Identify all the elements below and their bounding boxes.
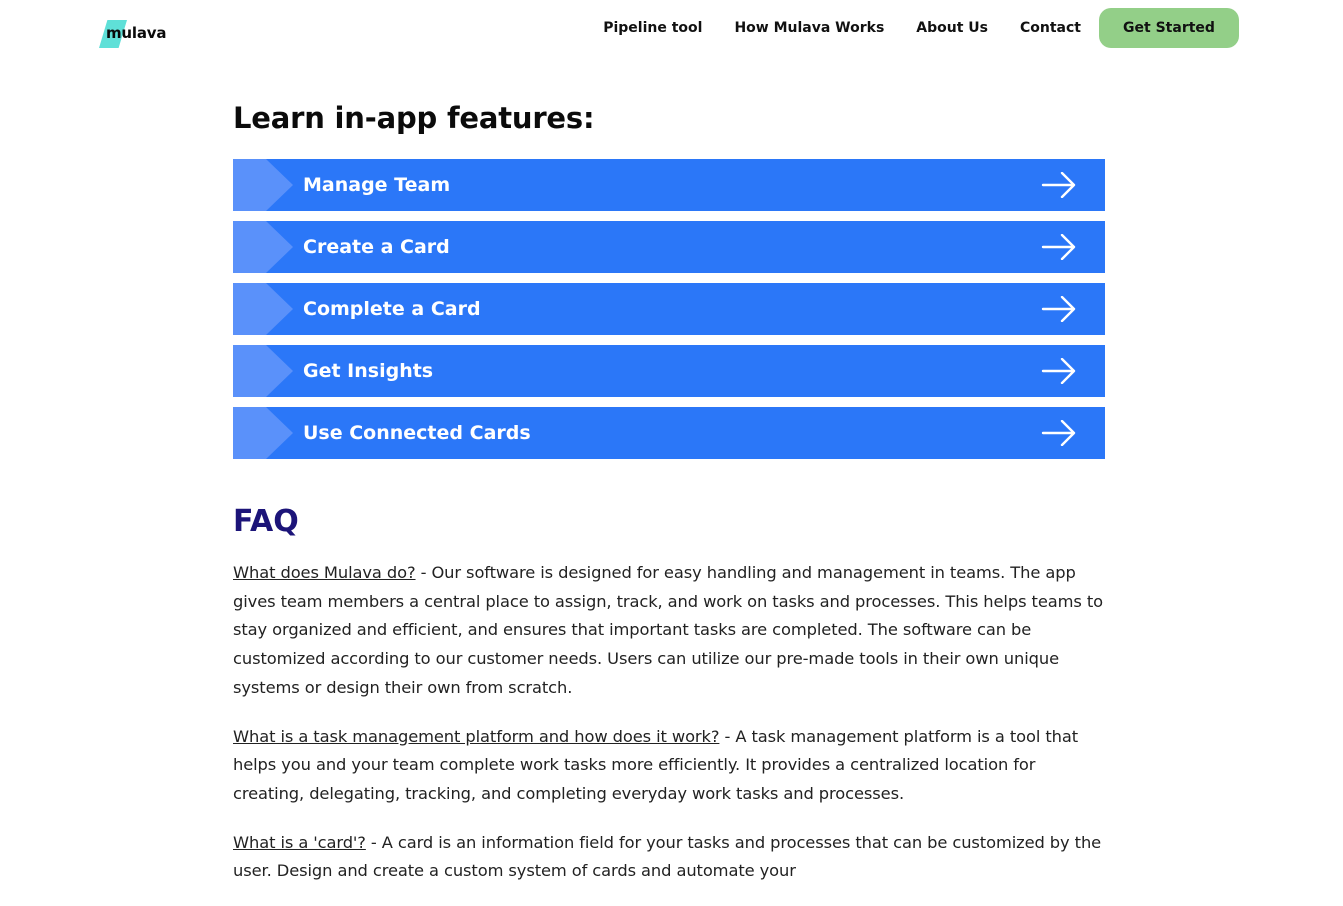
faq-answer: - Our software is designed for easy hand… — [233, 563, 1103, 697]
faq-heading: FAQ — [233, 504, 299, 539]
logo-text: mulava — [106, 24, 167, 42]
feature-link-get-insights[interactable]: Get Insights — [233, 345, 1105, 397]
logo[interactable]: mulava — [99, 18, 169, 50]
arrow-right-icon — [1041, 358, 1076, 384]
faq-item: What is a 'card'? - A card is an informa… — [233, 829, 1105, 886]
chevron-decoration — [233, 159, 293, 211]
nav-link-how-mulava-works[interactable]: How Mulava Works — [734, 20, 884, 36]
faq-item: What is a task management platform and h… — [233, 723, 1105, 809]
feature-label: Get Insights — [303, 360, 434, 382]
arrow-right-icon — [1041, 172, 1076, 198]
faq-question-link[interactable]: What does Mulava do? — [233, 563, 416, 582]
nav-link-pipeline-tool[interactable]: Pipeline tool — [603, 20, 702, 36]
chevron-decoration — [233, 345, 293, 397]
arrow-right-icon — [1041, 234, 1076, 260]
feature-label: Manage Team — [303, 174, 451, 196]
feature-label: Create a Card — [303, 236, 450, 258]
faq-question-link[interactable]: What is a 'card'? — [233, 833, 366, 852]
features-heading: Learn in-app features: — [233, 101, 595, 135]
chevron-decoration — [233, 407, 293, 459]
arrow-right-icon — [1041, 420, 1076, 446]
nav-link-about-us[interactable]: About Us — [916, 20, 988, 36]
arrow-right-icon — [1041, 296, 1076, 322]
feature-link-create-a-card[interactable]: Create a Card — [233, 221, 1105, 273]
main-nav: Pipeline tool How Mulava Works About Us … — [603, 8, 1239, 48]
feature-label: Use Connected Cards — [303, 422, 531, 444]
feature-link-use-connected-cards[interactable]: Use Connected Cards — [233, 407, 1105, 459]
faq-question-link[interactable]: What is a task management platform and h… — [233, 727, 720, 746]
main-content: Learn in-app features: Manage Team Creat… — [233, 96, 1105, 906]
faq-list: What does Mulava do? - Our software is d… — [233, 559, 1105, 886]
feature-link-manage-team[interactable]: Manage Team — [233, 159, 1105, 211]
nav-link-contact[interactable]: Contact — [1020, 20, 1081, 36]
chevron-decoration — [233, 221, 293, 273]
feature-link-complete-a-card[interactable]: Complete a Card — [233, 283, 1105, 335]
feature-list: Manage Team Create a Card Complete a Car… — [233, 159, 1105, 459]
get-started-button[interactable]: Get Started — [1099, 8, 1239, 48]
chevron-decoration — [233, 283, 293, 335]
faq-item: What does Mulava do? - Our software is d… — [233, 559, 1105, 703]
site-header: mulava Pipeline tool How Mulava Works Ab… — [0, 0, 1343, 56]
feature-label: Complete a Card — [303, 298, 481, 320]
